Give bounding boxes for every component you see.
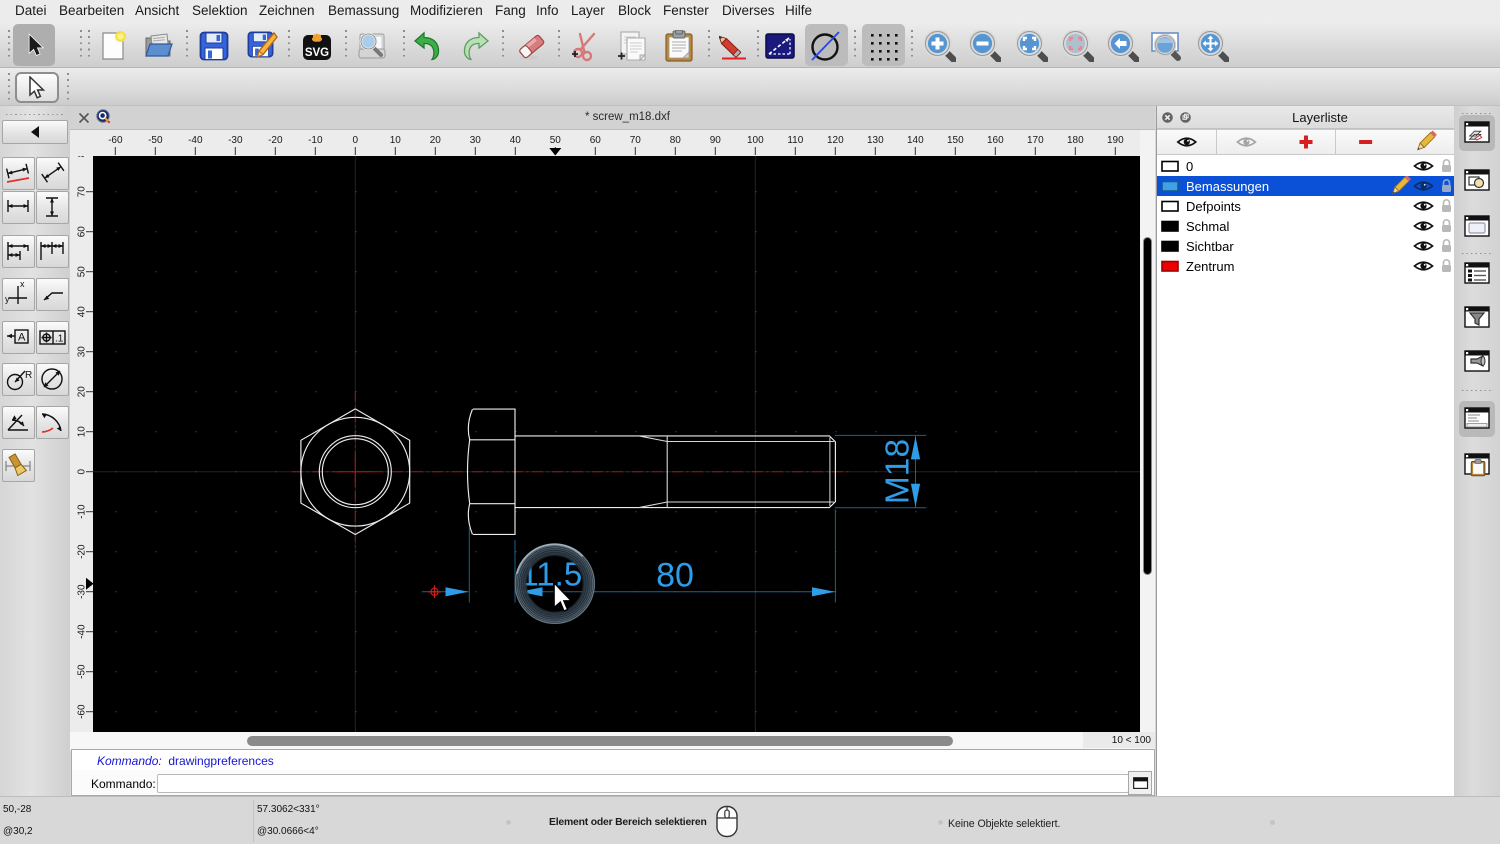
svg-text:-10: -10 <box>308 135 323 146</box>
svg-text:190: 190 <box>1107 135 1124 146</box>
svg-text:20: 20 <box>430 135 442 146</box>
svg-text:y: y <box>5 294 10 304</box>
svg-text:110: 110 <box>787 135 803 146</box>
svg-text:80: 80 <box>656 557 694 595</box>
svg-text:.1: .1 <box>55 333 64 344</box>
svg-text:R: R <box>25 370 32 381</box>
svg-text:-40: -40 <box>188 135 203 146</box>
svg-text:-50: -50 <box>77 664 88 679</box>
svg-text:130: 130 <box>867 135 884 146</box>
svg-text:M18: M18 <box>880 439 917 504</box>
svg-text:40: 40 <box>510 135 522 146</box>
svg-text:x: x <box>20 279 25 289</box>
svg-text:A: A <box>18 331 26 343</box>
svg-text:100: 100 <box>747 135 764 146</box>
svg-text:0: 0 <box>353 135 359 146</box>
svg-text:140: 140 <box>907 135 924 146</box>
svg-text:10: 10 <box>390 135 402 146</box>
svg-text:80: 80 <box>77 156 88 157</box>
svg-text:-60: -60 <box>108 135 123 146</box>
svg-text:-20: -20 <box>268 135 283 146</box>
svg-text:50: 50 <box>550 135 562 146</box>
svg-text:-30: -30 <box>77 584 88 599</box>
svg-text:-40: -40 <box>77 624 88 639</box>
svg-text:80: 80 <box>670 135 682 146</box>
svg-text:170: 170 <box>1027 135 1044 146</box>
svg-text:160: 160 <box>987 135 1004 146</box>
svg-text:60: 60 <box>590 135 602 146</box>
svg-text:30: 30 <box>77 346 88 358</box>
svg-text:10: 10 <box>77 426 88 438</box>
svg-text:90: 90 <box>710 135 722 146</box>
svg-text:70: 70 <box>630 135 642 146</box>
svg-text:0: 0 <box>77 468 88 474</box>
svg-text:-10: -10 <box>77 504 88 519</box>
svg-text:20: 20 <box>77 386 88 398</box>
svg-text:120: 120 <box>827 135 844 146</box>
svg-text:180: 180 <box>1067 135 1084 146</box>
svg-text:40: 40 <box>77 306 88 318</box>
svg-text:60: 60 <box>77 226 88 238</box>
svg-text:150: 150 <box>947 135 964 146</box>
svg-text:SVG: SVG <box>305 47 329 59</box>
svg-text:30: 30 <box>470 135 482 146</box>
svg-text:-60: -60 <box>77 704 88 719</box>
svg-text:-50: -50 <box>148 135 163 146</box>
svg-text:70: 70 <box>77 186 88 198</box>
svg-text:-20: -20 <box>77 544 88 559</box>
svg-text:50: 50 <box>77 266 88 278</box>
svg-text:-30: -30 <box>228 135 243 146</box>
